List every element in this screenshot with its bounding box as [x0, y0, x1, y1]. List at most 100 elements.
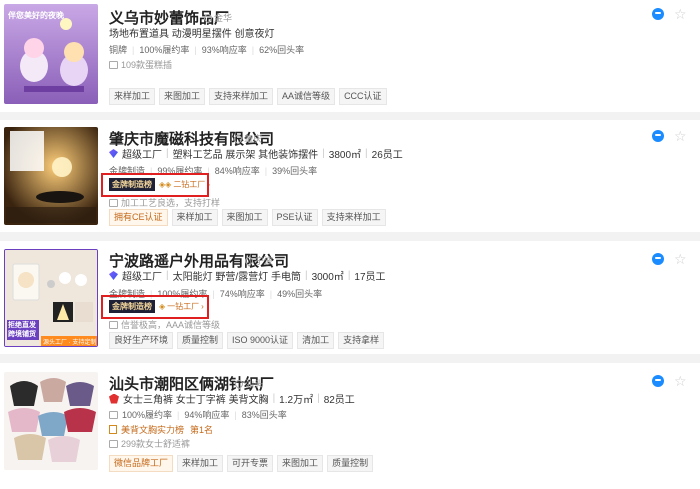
stat-response: 74%响应率 — [219, 289, 265, 299]
thumbs-up-icon — [109, 198, 118, 207]
location-pin-icon — [243, 254, 255, 267]
employee-count: 17员工 — [354, 272, 386, 283]
tag: 质量控制 — [327, 455, 374, 472]
location: 肇庆 — [232, 132, 263, 145]
tag: 清加工 — [297, 332, 335, 349]
favorite-star-icon[interactable]: ☆ — [674, 252, 687, 266]
stat-return: 83%回头率 — [241, 410, 287, 420]
factory-card[interactable]: 汕头市潮阳区俩湖针织厂 汕头 女士三角裤 女士丁字裤 美背文胸 | 1.2万㎡ | … — [0, 363, 700, 489]
product-category: 太阳能灯 — [172, 272, 213, 283]
highlight-box — [101, 173, 209, 197]
tag: 质量控制 — [177, 332, 224, 349]
product-category: 塑料工艺品 — [172, 150, 223, 161]
tag: ISO 9000认证 — [227, 332, 294, 349]
highlight-line: 信誉极高，AAA诚信等级 — [109, 318, 220, 331]
stat-medal: 铜牌 — [109, 45, 128, 55]
stat-response: 93%响应率 — [201, 45, 247, 55]
product-category: 手电筒 — [270, 272, 301, 283]
location: 金华 — [202, 11, 232, 24]
employee-count: 26员工 — [371, 150, 403, 161]
location: 宁波 — [243, 254, 273, 267]
location-text: 肇庆 — [244, 134, 263, 144]
tag: CCC认证 — [339, 88, 387, 105]
tag-list: 微信品牌工厂 来样加工 可开专票 来图加工 质量控制 — [109, 455, 374, 472]
thumbnail-caption: 拒绝直发 跨境铺货 — [7, 320, 39, 340]
stat-response: 94%响应率 — [184, 410, 230, 420]
tag: 可开专票 — [227, 455, 274, 472]
highlight-line: 加工工艺良选，支持打样 — [109, 196, 220, 209]
location-pin-icon — [233, 377, 245, 390]
location-text: 汕头 — [245, 379, 264, 389]
product-thumbnail[interactable]: 伴您美好的夜晚 — [4, 4, 98, 104]
factory-stats: 铜牌 | 100%履约率 | 93%响应率 | 62%回头率 — [109, 44, 305, 56]
product-category: 展示架 — [225, 150, 256, 161]
favorite-star-icon[interactable]: ☆ — [674, 374, 687, 388]
product-category: 女士丁字裤 — [175, 395, 226, 406]
tag: 支持来样加工 — [321, 209, 386, 226]
tag: 来样加工 — [177, 455, 224, 472]
chat-icon[interactable] — [652, 8, 664, 20]
highlight-text: 加工工艺良选，支持打样 — [121, 198, 221, 208]
factory-area: 1.2万㎡ — [279, 395, 314, 406]
factory-info-line: 超级工厂 | 塑料工艺品 展示架 其他装饰摆件 | 3800㎡ | 26员工 — [109, 146, 403, 161]
stat-fulfillment: 100%履约率 — [139, 45, 190, 55]
stat-fulfillment: 100%履约率 — [122, 410, 173, 420]
product-thumbnail[interactable]: 拒绝直发 跨境铺货 源头工厂 · 支持定制 — [4, 249, 98, 347]
highlight-box — [101, 295, 209, 319]
tag: 来样加工 — [109, 88, 156, 105]
factory-card[interactable]: 伴您美好的夜晚 义乌市妙蕾饰品厂 金华 场地布置道具 动漫明星摆件 创意夜灯 铜… — [0, 0, 700, 112]
tag: 来样加工 — [171, 209, 218, 226]
diamond-icon — [109, 149, 118, 158]
chat-icon[interactable] — [652, 375, 664, 387]
tag: 拥有CE认证 — [109, 209, 168, 226]
thumbs-up-icon — [109, 410, 118, 419]
ranking-position: 第1名 — [190, 425, 214, 435]
thumbnail-badge: 源头工厂 · 支持定制 — [41, 336, 97, 346]
stat-return: 49%回头率 — [277, 289, 323, 299]
product-description: 场地布置道具 动漫明星摆件 创意夜灯 — [109, 29, 275, 40]
product-category: 其他装饰摆件 — [258, 150, 319, 161]
tag: 来图加工 — [221, 209, 268, 226]
favorite-star-icon[interactable]: ☆ — [674, 129, 687, 143]
stat-return: 62%回头率 — [259, 45, 305, 55]
thumbs-up-icon — [109, 320, 118, 329]
factory-card[interactable]: 肇庆市魔磁科技有限公司 肇庆 超级工厂 | 塑料工艺品 展示架 其他装饰摆件 | 3… — [0, 120, 700, 232]
tag-list: 拥有CE认证 来样加工 来图加工 PSE认证 支持来样加工 — [109, 209, 386, 226]
product-thumbnail[interactable] — [4, 127, 98, 225]
stat-response: 84%响应率 — [214, 166, 260, 176]
product-category: 野营/露营灯 — [215, 272, 269, 283]
tag: 支持拿样 — [338, 332, 385, 349]
location: 汕头 — [233, 377, 264, 390]
favorite-star-icon[interactable]: ☆ — [674, 7, 687, 21]
diamond-icon — [109, 271, 118, 280]
ranking-title: 美背文胸实力榜 — [121, 425, 185, 435]
tag: AA诚信等级 — [277, 88, 336, 105]
factory-area: 3800㎡ — [328, 150, 362, 161]
highlight-line: 109款蛋糕插 — [109, 58, 172, 71]
tag: 微信品牌工厂 — [109, 455, 174, 472]
factory-card[interactable]: 拒绝直发 跨境铺货 源头工厂 · 支持定制 宁波路遥户外用品有限公司 宁波 超级… — [0, 241, 700, 354]
tag: PSE认证 — [271, 209, 318, 226]
brand-icon — [109, 393, 119, 404]
location-pin-icon — [202, 11, 214, 24]
ranking-line[interactable]: 美背文胸实力榜 第1名 — [109, 423, 213, 436]
tag-list: 来样加工 来图加工 支持来样加工 AA诚信等级 CCC认证 — [109, 88, 387, 105]
stat-return: 39%回头率 — [272, 166, 318, 176]
product-thumbnail[interactable] — [4, 372, 98, 470]
factory-stats: 100%履约率 | 94%响应率 | 83%回头率 — [109, 408, 287, 421]
factory-level: 超级工厂 — [122, 150, 162, 161]
ranking-icon — [109, 425, 117, 434]
factory-info-line: 女士三角裤 女士丁字裤 美背文胸 | 1.2万㎡ | 82员工 — [109, 391, 355, 406]
highlight-text: 109款蛋糕插 — [121, 60, 173, 70]
factory-area: 3000㎡ — [311, 272, 344, 283]
employee-count: 82员工 — [323, 395, 355, 406]
thumbs-up-icon — [109, 439, 118, 448]
product-category: 女士三角裤 — [123, 395, 173, 406]
chat-icon[interactable] — [652, 253, 664, 265]
location-pin-icon — [232, 132, 244, 145]
tag: 支持来样加工 — [209, 88, 274, 105]
factory-level: 超级工厂 — [122, 272, 162, 283]
chat-icon[interactable] — [652, 130, 664, 142]
thumbs-up-icon — [109, 60, 118, 69]
product-category: 美背文胸 — [228, 395, 269, 406]
